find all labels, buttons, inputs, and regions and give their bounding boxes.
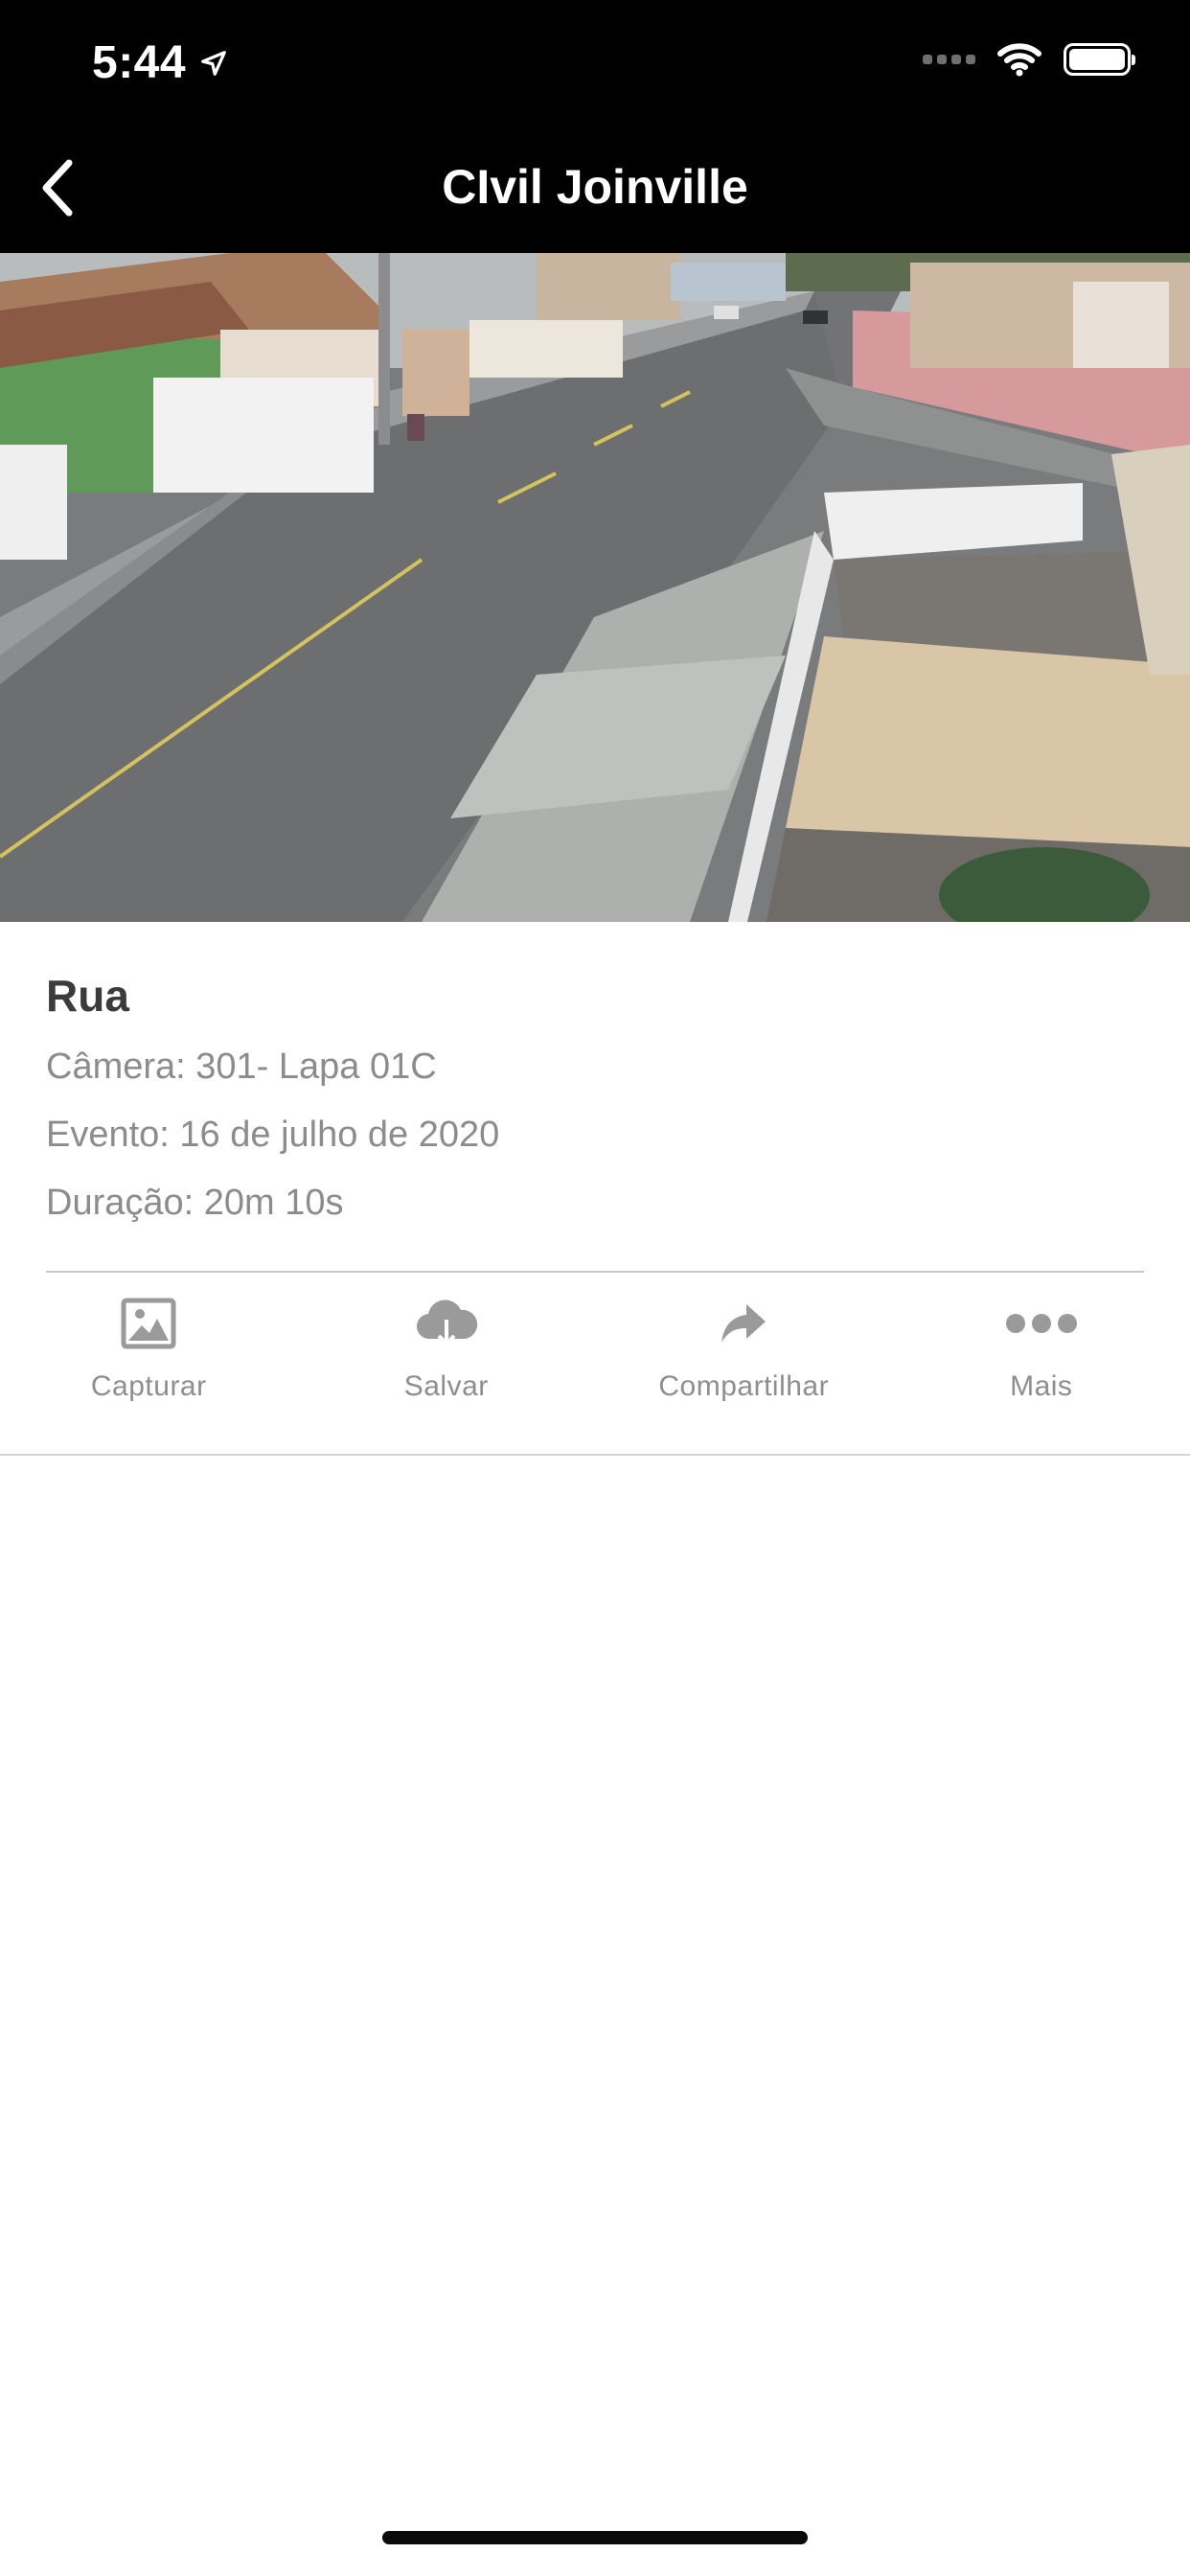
status-indicators (923, 42, 1135, 77)
cellular-signal-icon (923, 55, 975, 64)
location-arrow-icon (201, 50, 226, 76)
street-scene-image (0, 253, 1190, 922)
save-button[interactable]: Salvar (298, 1294, 596, 1418)
action-bar: Capturar Salvar Compartilhar Mais (0, 1294, 1190, 1418)
event-date: Evento: 16 de julho de 2020 (46, 1115, 500, 1155)
status-time: 5:44 (92, 36, 228, 89)
event-duration: Duração: 20m 10s (46, 1183, 344, 1223)
capture-button[interactable]: Capturar (0, 1294, 298, 1418)
cloud-download-icon (416, 1300, 477, 1346)
status-time-text: 5:44 (92, 37, 187, 88)
camera-snapshot[interactable] (0, 253, 1190, 922)
more-dots-icon (1005, 1314, 1077, 1333)
home-indicator[interactable] (382, 2531, 808, 2544)
event-camera: Câmera: 301- Lapa 01C (46, 1046, 437, 1087)
share-label: Compartilhar (658, 1370, 830, 1402)
page-title: CIvil Joinville (442, 160, 748, 214)
wifi-icon (997, 43, 1041, 77)
capture-label: Capturar (90, 1370, 207, 1402)
battery-icon (1064, 43, 1135, 76)
divider (46, 1271, 1144, 1273)
event-title: Rua (46, 971, 129, 1021)
image-icon (121, 1298, 176, 1349)
divider (0, 1454, 1190, 1456)
more-button[interactable]: Mais (893, 1294, 1190, 1418)
share-arrow-icon (721, 1304, 767, 1343)
save-label: Salvar (403, 1370, 489, 1402)
more-label: Mais (1010, 1370, 1073, 1402)
share-button[interactable]: Compartilhar (595, 1294, 893, 1418)
top-bar: 5:44 CIvil Joinville (0, 0, 1190, 253)
